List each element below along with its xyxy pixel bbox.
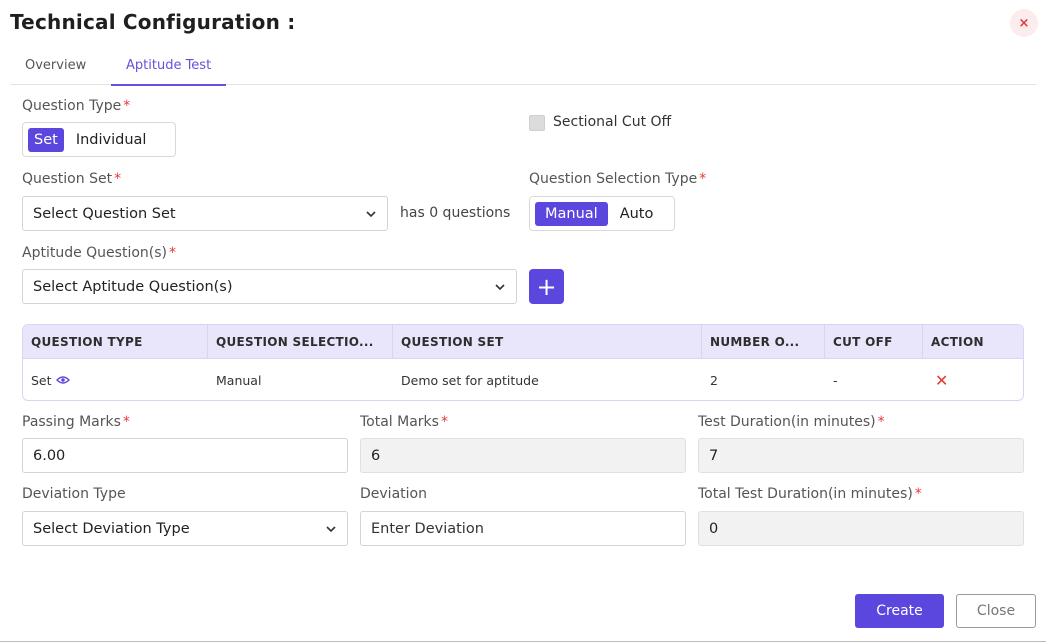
question-selection-type-label: Question Selection Type * — [529, 171, 707, 187]
question-count-text: has 0 questions — [400, 205, 511, 221]
selection-auto-option[interactable]: Auto — [614, 202, 660, 226]
close-button[interactable]: Close — [956, 594, 1036, 628]
header-question-type: QUESTION TYPE — [23, 325, 208, 359]
question-type-toggle: Set Individual — [22, 122, 176, 157]
passing-marks-input[interactable]: 6.00 — [22, 438, 348, 473]
cell-selection: Manual — [216, 372, 262, 388]
deviation-label: Deviation — [360, 486, 427, 502]
aptitude-questions-select[interactable]: Select Aptitude Question(s) — [22, 269, 517, 304]
aptitude-questions-label: Aptitude Question(s) * — [22, 245, 176, 261]
question-selection-type-toggle: Manual Auto — [529, 196, 675, 231]
table-header: QUESTION TYPE QUESTION SELECTIO... QUEST… — [23, 325, 1023, 359]
sectional-cutoff-checkbox[interactable] — [529, 115, 545, 131]
cell-question-set: Demo set for aptitude — [401, 372, 539, 388]
chevron-down-icon — [326, 526, 336, 533]
test-duration-label: Test Duration(in minutes) * — [698, 414, 885, 430]
cell-cutoff: - — [833, 372, 838, 388]
header-action: ACTION — [931, 335, 984, 349]
header-question-selection: QUESTION SELECTIO... — [208, 325, 393, 359]
delete-icon[interactable]: ✕ — [935, 371, 948, 390]
question-type-set-option[interactable]: Set — [28, 127, 64, 152]
total-marks-label: Total Marks * — [360, 414, 448, 430]
total-test-duration-label: Total Test Duration(in minutes) * — [698, 486, 922, 502]
deviation-type-select[interactable]: Select Deviation Type — [22, 511, 348, 546]
question-table: QUESTION TYPE QUESTION SELECTIO... QUEST… — [22, 324, 1024, 401]
total-test-duration-input: 0 — [698, 511, 1024, 546]
chevron-down-icon — [495, 284, 505, 291]
tab-overview[interactable]: Overview — [10, 58, 101, 84]
question-set-value: Select Question Set — [33, 205, 176, 222]
header-number-of: NUMBER O... — [702, 325, 825, 359]
eye-icon[interactable] — [55, 375, 70, 385]
question-set-label: Question Set * — [22, 171, 122, 187]
close-icon[interactable]: × — [1010, 9, 1038, 37]
question-set-select[interactable]: Select Question Set — [22, 196, 388, 231]
page-title: Technical Configuration : — [10, 10, 296, 34]
aptitude-questions-value: Select Aptitude Question(s) — [33, 278, 233, 295]
deviation-input[interactable]: Enter Deviation — [360, 511, 686, 546]
test-duration-input: 7 — [698, 438, 1024, 473]
tab-bar: Overview Aptitude Test — [10, 52, 1036, 86]
create-button[interactable]: Create — [855, 594, 944, 628]
header-cut-off: CUT OFF — [825, 325, 923, 359]
deviation-type-value: Select Deviation Type — [33, 520, 190, 537]
sectional-cutoff-label: Sectional Cut Off — [553, 114, 672, 130]
deviation-type-label: Deviation Type — [22, 486, 126, 502]
selection-manual-option[interactable]: Manual — [535, 201, 608, 226]
passing-marks-label: Passing Marks * — [22, 414, 130, 430]
question-type-individual-option[interactable]: Individual — [70, 128, 153, 152]
cell-question-type: Set — [23, 359, 208, 400]
total-marks-input: 6 — [360, 438, 686, 473]
header-question-set: QUESTION SET — [393, 325, 702, 359]
deviation-placeholder: Enter Deviation — [371, 520, 484, 537]
tab-aptitude-test[interactable]: Aptitude Test — [111, 58, 227, 86]
chevron-down-icon — [366, 211, 376, 218]
add-question-button[interactable]: + — [529, 269, 564, 304]
question-type-label: Question Type * — [22, 98, 131, 114]
cell-action: ✕ — [923, 359, 1023, 400]
cell-number: 2 — [710, 372, 718, 388]
